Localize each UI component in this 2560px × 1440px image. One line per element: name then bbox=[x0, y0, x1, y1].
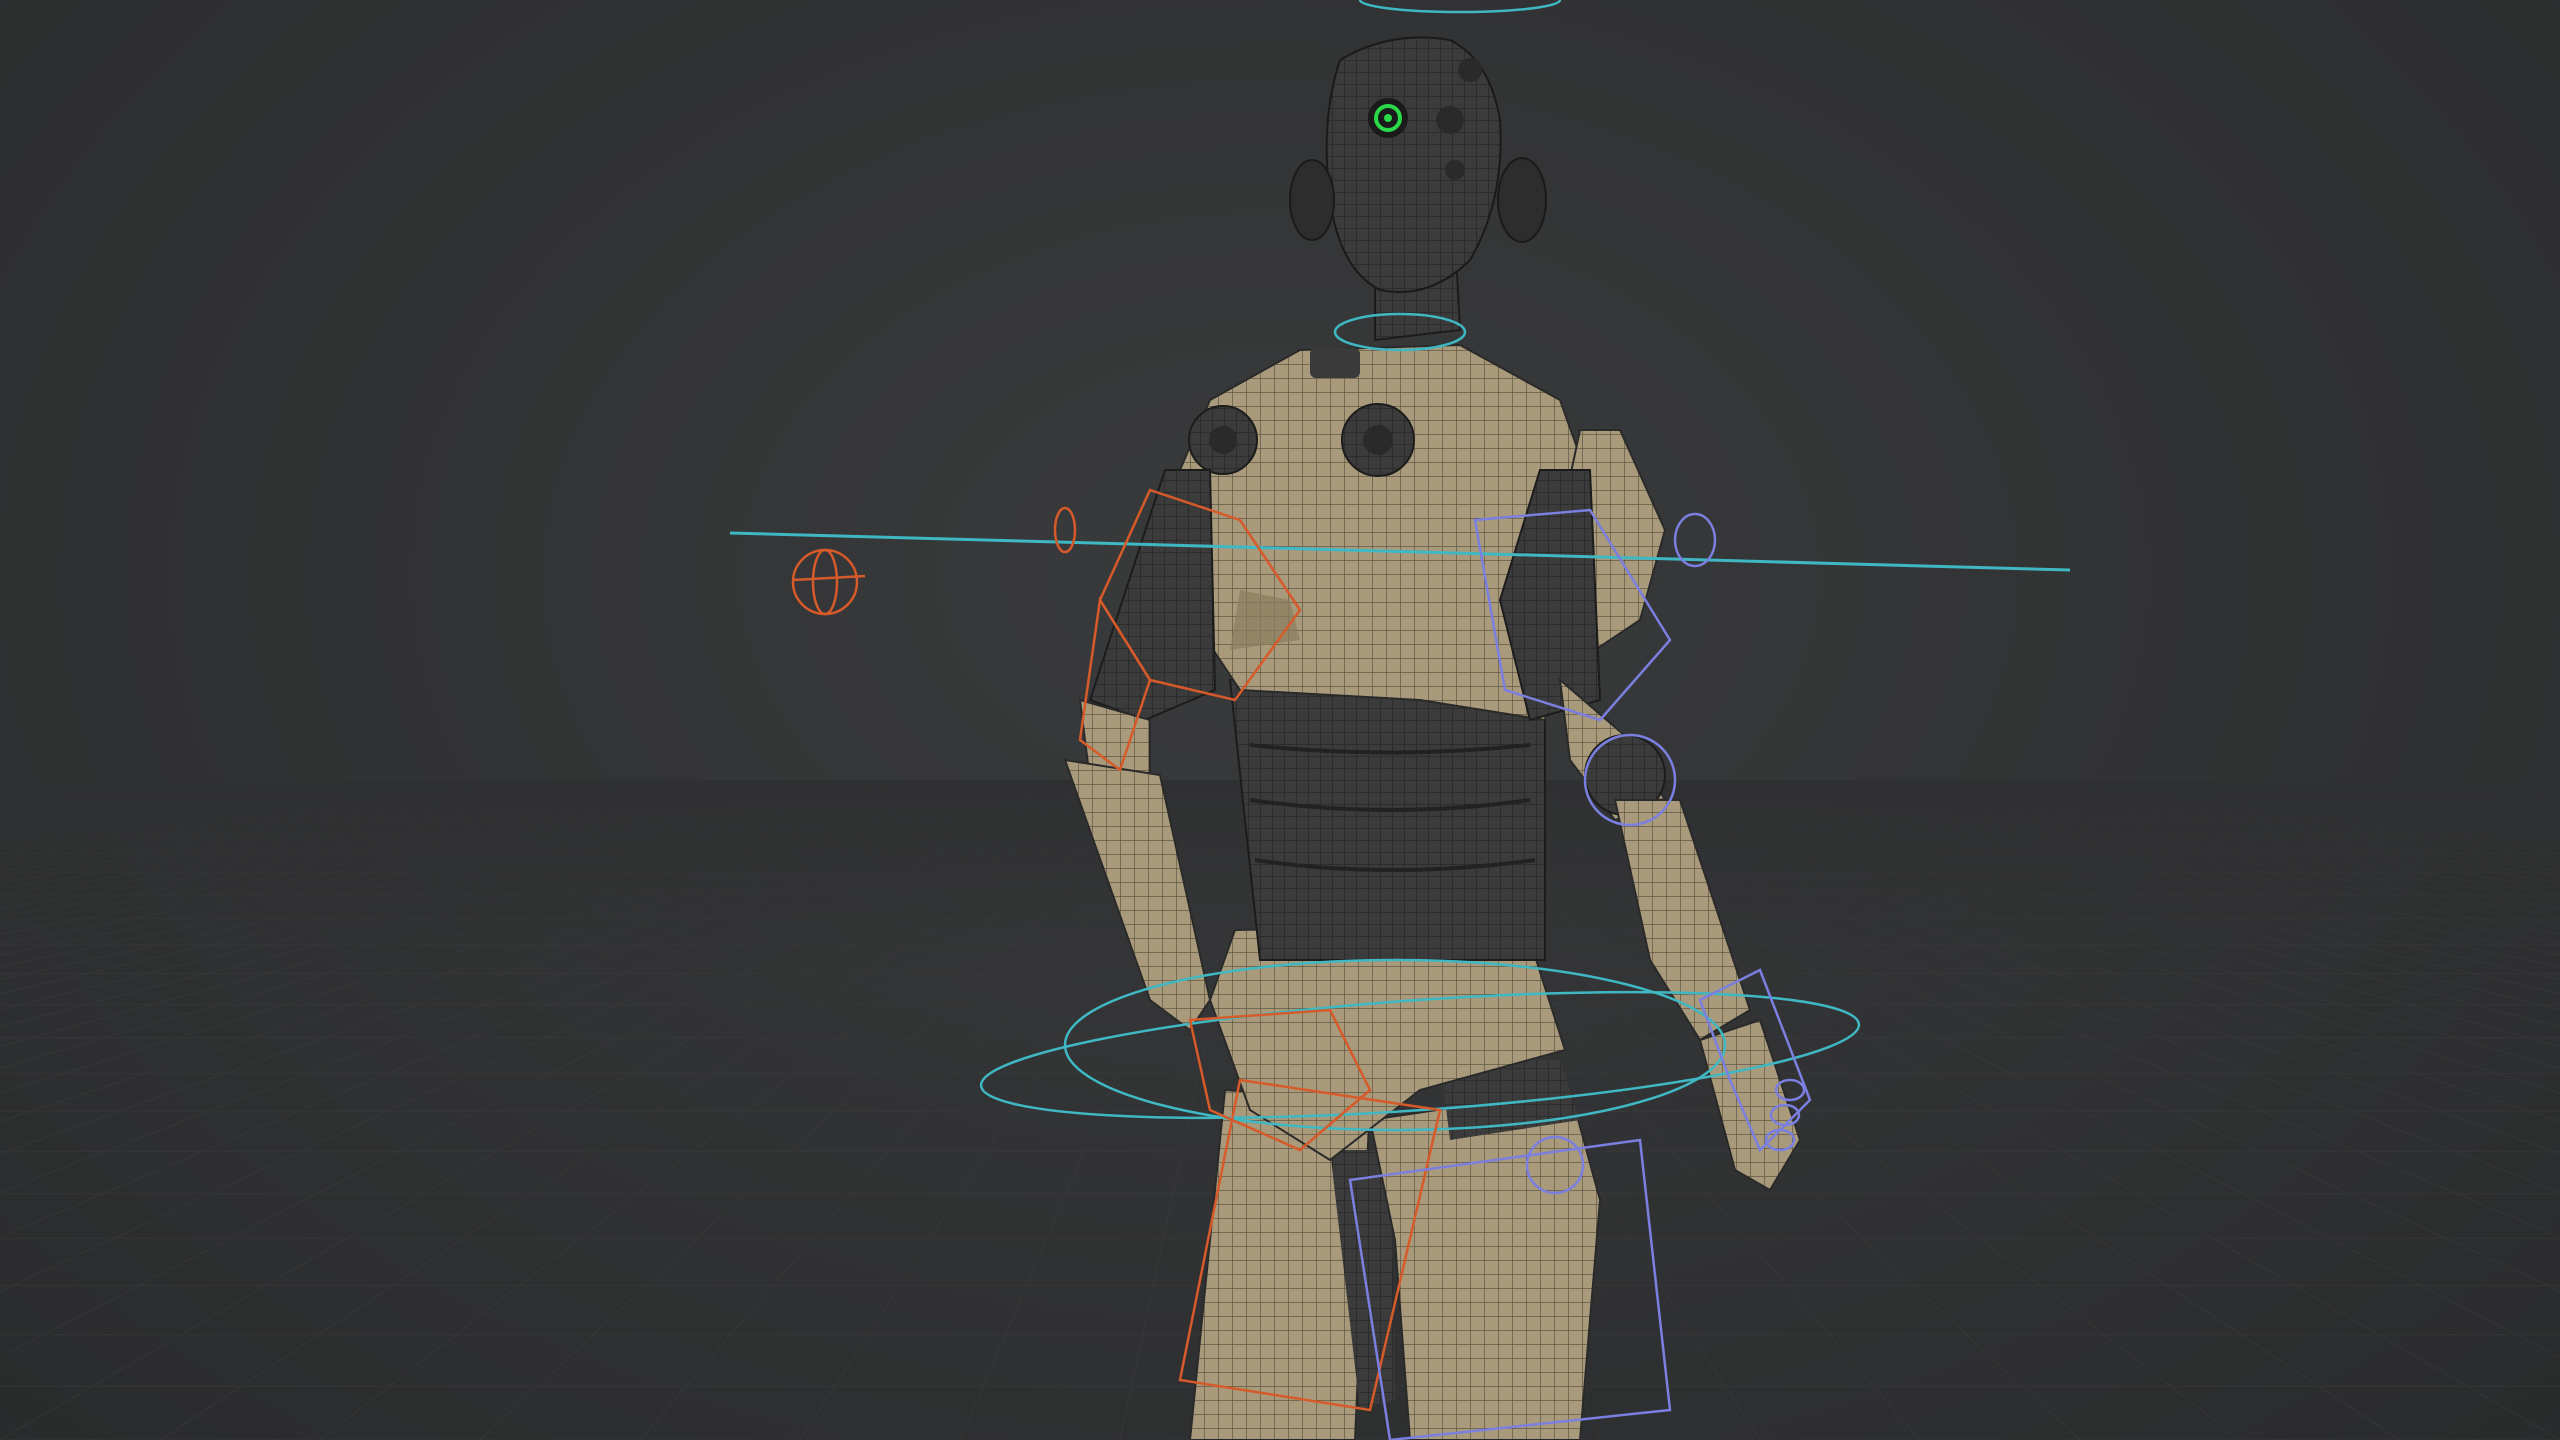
rotate-gizmo-icon[interactable] bbox=[791, 548, 866, 616]
viewport-canvas[interactable] bbox=[0, 0, 2560, 1440]
right-ear bbox=[1497, 157, 1547, 243]
3d-viewport[interactable] bbox=[0, 0, 2560, 1440]
eye-icon bbox=[1368, 98, 1408, 138]
abdomen bbox=[1228, 678, 1546, 961]
robot-mesh[interactable] bbox=[1063, 36, 1802, 1440]
left-clavicle-control[interactable] bbox=[1053, 506, 1077, 554]
head-top-control[interactable] bbox=[1358, 0, 1562, 14]
left-ear bbox=[1289, 159, 1335, 241]
left-upper-arm bbox=[1088, 469, 1217, 722]
